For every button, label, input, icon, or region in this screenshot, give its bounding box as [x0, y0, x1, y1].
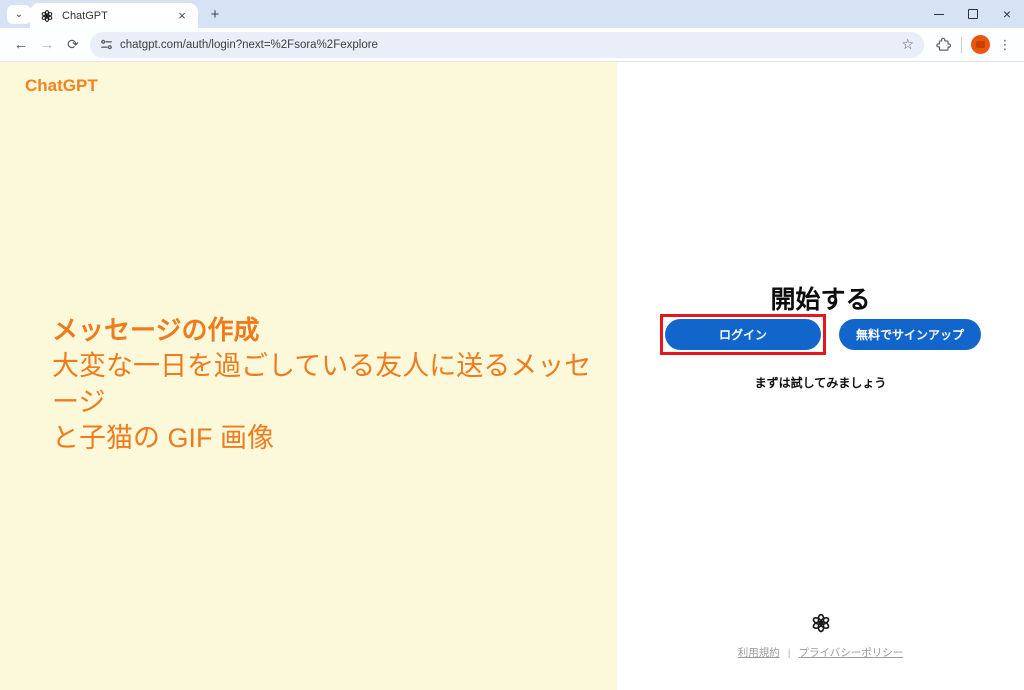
signup-button[interactable]: 無料でサインアップ	[839, 319, 981, 350]
page-title: 開始する	[770, 286, 871, 314]
login-highlight-annotation: ログイン	[660, 314, 826, 355]
maximize-icon	[968, 9, 978, 19]
footer-links: 利用規約 | プライバシーポリシー	[617, 645, 1024, 660]
promo-panel: ChatGPT メッセージの作成 大変な一日を過ごしている友人に送るメッセージ …	[0, 62, 617, 690]
promo-line: と子猫の GIF 画像	[52, 423, 274, 453]
footer-separator: |	[787, 646, 791, 659]
promo-text: メッセージの作成 大変な一日を過ごしている友人に送るメッセージ と子猫の GIF…	[52, 312, 617, 456]
try-first-caption: まずは試してみましょう	[754, 376, 887, 390]
forward-button[interactable]: →	[34, 32, 60, 58]
site-info-icon[interactable]	[100, 38, 113, 51]
login-button[interactable]: ログイン	[665, 319, 821, 350]
maximize-button[interactable]	[956, 0, 990, 28]
promo-line: 大変な一日を過ごしている友人に送るメッセージ	[52, 351, 592, 417]
bookmark-star-icon[interactable]: ☆	[899, 36, 916, 53]
auth-panel: 開始する ログイン 無料でサインアップ まずは試してみましょう 利用規約 | プ…	[617, 62, 1024, 690]
minimize-icon	[934, 13, 944, 15]
close-icon: ×	[1002, 6, 1012, 22]
auth-buttons: ログイン 無料でサインアップ	[617, 314, 1024, 355]
extensions-button[interactable]	[930, 32, 956, 58]
reload-button[interactable]: ⟳	[60, 32, 86, 58]
tab-search-button[interactable]: ⌄	[7, 5, 31, 24]
address-bar[interactable]: chatgpt.com/auth/login?next=%2Fsora%2Fex…	[90, 31, 924, 58]
tab-chatgpt[interactable]: ChatGPT ×	[30, 3, 198, 28]
close-window-button[interactable]: ×	[990, 0, 1024, 28]
tab-title: ChatGPT	[62, 9, 108, 22]
tab-strip: ⌄ ChatGPT × + ×	[0, 0, 1024, 28]
chatgpt-logo: ChatGPT	[25, 76, 98, 95]
window-controls: ×	[922, 0, 1024, 28]
browser-window: ⌄ ChatGPT × + × ← → ⟳ chatgpt.com/auth/l…	[0, 0, 1024, 690]
terms-link[interactable]: 利用規約	[738, 645, 780, 660]
chevron-down-icon: ⌄	[14, 8, 24, 20]
profile-avatar[interactable]	[971, 35, 990, 54]
toolbar-divider	[961, 36, 962, 53]
openai-favicon-icon	[41, 9, 53, 22]
tab-close-icon[interactable]: ×	[174, 8, 190, 24]
new-tab-button[interactable]: +	[204, 4, 226, 24]
back-button[interactable]: ←	[8, 32, 34, 58]
minimize-button[interactable]	[922, 0, 956, 28]
browser-menu-button[interactable]: ⋮	[994, 32, 1016, 58]
puzzle-icon	[935, 37, 951, 51]
openai-logo-icon	[812, 613, 829, 633]
browser-toolbar: ← → ⟳ chatgpt.com/auth/login?next=%2Fsor…	[0, 28, 1024, 62]
promo-heading: メッセージの作成	[52, 315, 260, 345]
page-content: ChatGPT メッセージの作成 大変な一日を過ごしている友人に送るメッセージ …	[0, 62, 1024, 690]
url-text[interactable]: chatgpt.com/auth/login?next=%2Fsora%2Fex…	[120, 39, 899, 51]
privacy-link[interactable]: プライバシーポリシー	[798, 645, 903, 660]
footer-logo-wrap	[617, 612, 1024, 634]
